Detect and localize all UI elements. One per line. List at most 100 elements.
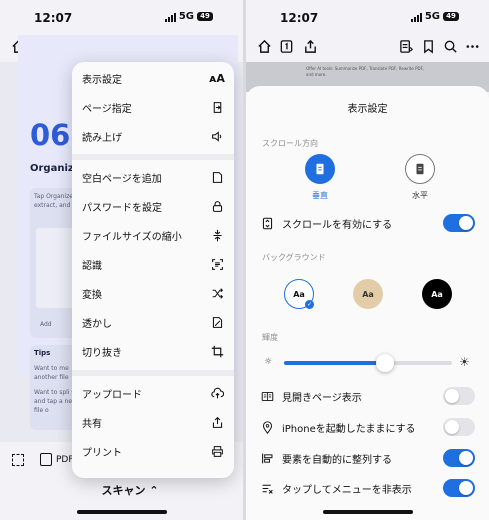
battery-icon: 49	[197, 12, 213, 21]
left-screen: 12:07 5G 49 06 Organize Tap Organize, ex…	[0, 0, 243, 520]
bg-sepia-sample: Aa	[362, 289, 374, 299]
cloud-upload-icon	[210, 386, 224, 400]
brightness-slider[interactable]	[284, 354, 452, 372]
horizontal-option[interactable]: 水平	[400, 154, 440, 201]
scroll-direction-label: スクロール方向	[262, 139, 318, 148]
auto-arrange-row: 要素を自動的に整列する	[260, 447, 475, 469]
enable-scroll-toggle[interactable]	[443, 214, 475, 232]
scan-label: スキャン	[101, 484, 146, 497]
bookmark-icon[interactable]	[418, 36, 438, 56]
tools-icon[interactable]	[396, 36, 416, 56]
menu-item-convert[interactable]: 変換	[72, 279, 234, 307]
tap-hide-menu-toggle[interactable]	[443, 479, 475, 497]
spread-view-row: 見開きページ表示	[260, 385, 475, 407]
brightness-low-icon: ☼	[264, 357, 273, 367]
spread-view-toggle[interactable]	[443, 387, 475, 405]
shuffle-icon	[210, 286, 224, 300]
page-count-icon[interactable]	[276, 36, 296, 56]
background-label: バックグラウンド	[262, 253, 326, 262]
display-settings-sheet: 表示設定 スクロール方向 垂直 水平 スクロールを有効にする バックグラウンド …	[246, 86, 489, 520]
bg-dark-option[interactable]: Aa	[422, 279, 452, 309]
bg-sepia-option[interactable]: Aa	[353, 279, 383, 309]
right-screen: 12:07 5G 49 Offer AI tools: Summarize PD…	[246, 0, 489, 520]
menu-item-label: 透かし	[82, 318, 112, 330]
doc-card-button: Add	[40, 321, 52, 328]
vertical-scroll-icon	[305, 154, 335, 184]
more-icon[interactable]	[462, 36, 482, 56]
home-indicator	[322, 510, 413, 514]
status-indicators: 5G 49	[164, 11, 213, 22]
menu-item-label: パスワードを設定	[82, 202, 162, 214]
menu-item-add-blank-page[interactable]: 空白ページを追加	[72, 163, 234, 191]
menu-item-label: ファイルサイズの縮小	[82, 231, 182, 243]
status-indicators: 5G 49	[410, 11, 459, 22]
menu-item-recognize[interactable]: 認識	[72, 250, 234, 278]
home-icon[interactable]	[254, 36, 274, 56]
status-bar: 12:07 5G 49	[246, 0, 489, 34]
menu-item-upload[interactable]: アップロード	[72, 379, 234, 407]
keep-awake-toggle[interactable]	[443, 418, 475, 436]
menu-item-label: 読み上げ	[82, 132, 122, 144]
spread-view-label: 見開きページ表示	[282, 392, 362, 404]
share-icon[interactable]	[300, 36, 320, 56]
auto-arrange-label: 要素を自動的に整列する	[282, 454, 392, 466]
menu-item-read-aloud[interactable]: 読み上げ	[72, 122, 234, 150]
blank-page-icon	[210, 170, 224, 184]
chevron-updown-icon: ⌃	[149, 484, 159, 497]
menu-item-set-password[interactable]: パスワードを設定	[72, 192, 234, 220]
vertical-option[interactable]: 垂直	[300, 154, 340, 201]
menu-item-crop[interactable]: 切り抜き	[72, 337, 234, 365]
speaker-icon	[210, 129, 224, 143]
pdf-button[interactable]: PDF	[40, 453, 74, 466]
horizontal-scroll-icon	[405, 154, 435, 184]
hide-menu-icon	[260, 481, 274, 495]
menu-item-share[interactable]: 共有	[72, 408, 234, 436]
brightness-thumb[interactable]	[375, 354, 394, 372]
network-label: 5G	[178, 11, 194, 22]
tap-hide-menu-label: タップしてメニューを非表示	[282, 484, 412, 496]
status-bar: 12:07 5G 49	[0, 0, 243, 34]
select-icon[interactable]	[12, 454, 24, 466]
share-icon	[210, 415, 224, 429]
scan-button[interactable]: スキャン ⌃	[80, 480, 180, 502]
battery-icon: 49	[443, 12, 459, 21]
menu-item-label: ページ指定	[82, 103, 132, 115]
check-icon: ✓	[305, 300, 314, 309]
pdf-label: PDF	[56, 454, 74, 465]
menu-item-print[interactable]: プリント	[72, 437, 234, 465]
page-jump-icon	[210, 100, 224, 114]
menu-item-watermark[interactable]: 透かし	[72, 308, 234, 336]
menu-item-label: アップロード	[82, 389, 142, 401]
menu-item-label: 切り抜き	[82, 347, 122, 359]
tap-hide-menu-row: タップしてメニューを非表示	[260, 477, 475, 499]
horizontal-label: 水平	[412, 191, 428, 200]
auto-arrange-toggle[interactable]	[443, 449, 475, 467]
menu-item-label: 変換	[82, 289, 102, 301]
brightness-fill	[284, 361, 385, 365]
crop-icon	[210, 344, 224, 358]
menu-item-label: 共有	[82, 418, 102, 430]
menu-item-label: 表示設定	[82, 74, 122, 86]
menu-item-reduce-file-size[interactable]: ファイルサイズの縮小	[72, 221, 234, 249]
menu-item-label: プリント	[82, 447, 122, 459]
sheet-title: 表示設定	[347, 104, 388, 115]
vertical-label: 垂直	[312, 191, 328, 200]
compress-icon	[210, 228, 224, 242]
top-toolbar	[246, 36, 489, 58]
book-icon	[260, 389, 274, 403]
home-indicator	[76, 510, 167, 514]
menu-item-display-settings[interactable]: 表示設定 ᴀA	[72, 64, 234, 92]
search-icon[interactable]	[440, 36, 460, 56]
printer-icon	[210, 444, 224, 458]
brightness-high-icon: ☀	[459, 355, 470, 369]
enable-scroll-row: スクロールを有効にする	[260, 212, 475, 234]
bg-white-option[interactable]: Aa ✓	[284, 279, 314, 309]
menu-item-label: 空白ページを追加	[82, 173, 162, 185]
scroll-icon	[260, 216, 274, 230]
signal-icon	[410, 12, 422, 22]
menu-divider	[72, 154, 234, 160]
more-menu: 表示設定 ᴀA ページ指定 読み上げ 空白ページを追加 パスワードを設定 ファイ…	[72, 62, 234, 478]
signal-icon	[164, 12, 176, 22]
menu-item-go-to-page[interactable]: ページ指定	[72, 93, 234, 121]
align-icon	[260, 451, 274, 465]
